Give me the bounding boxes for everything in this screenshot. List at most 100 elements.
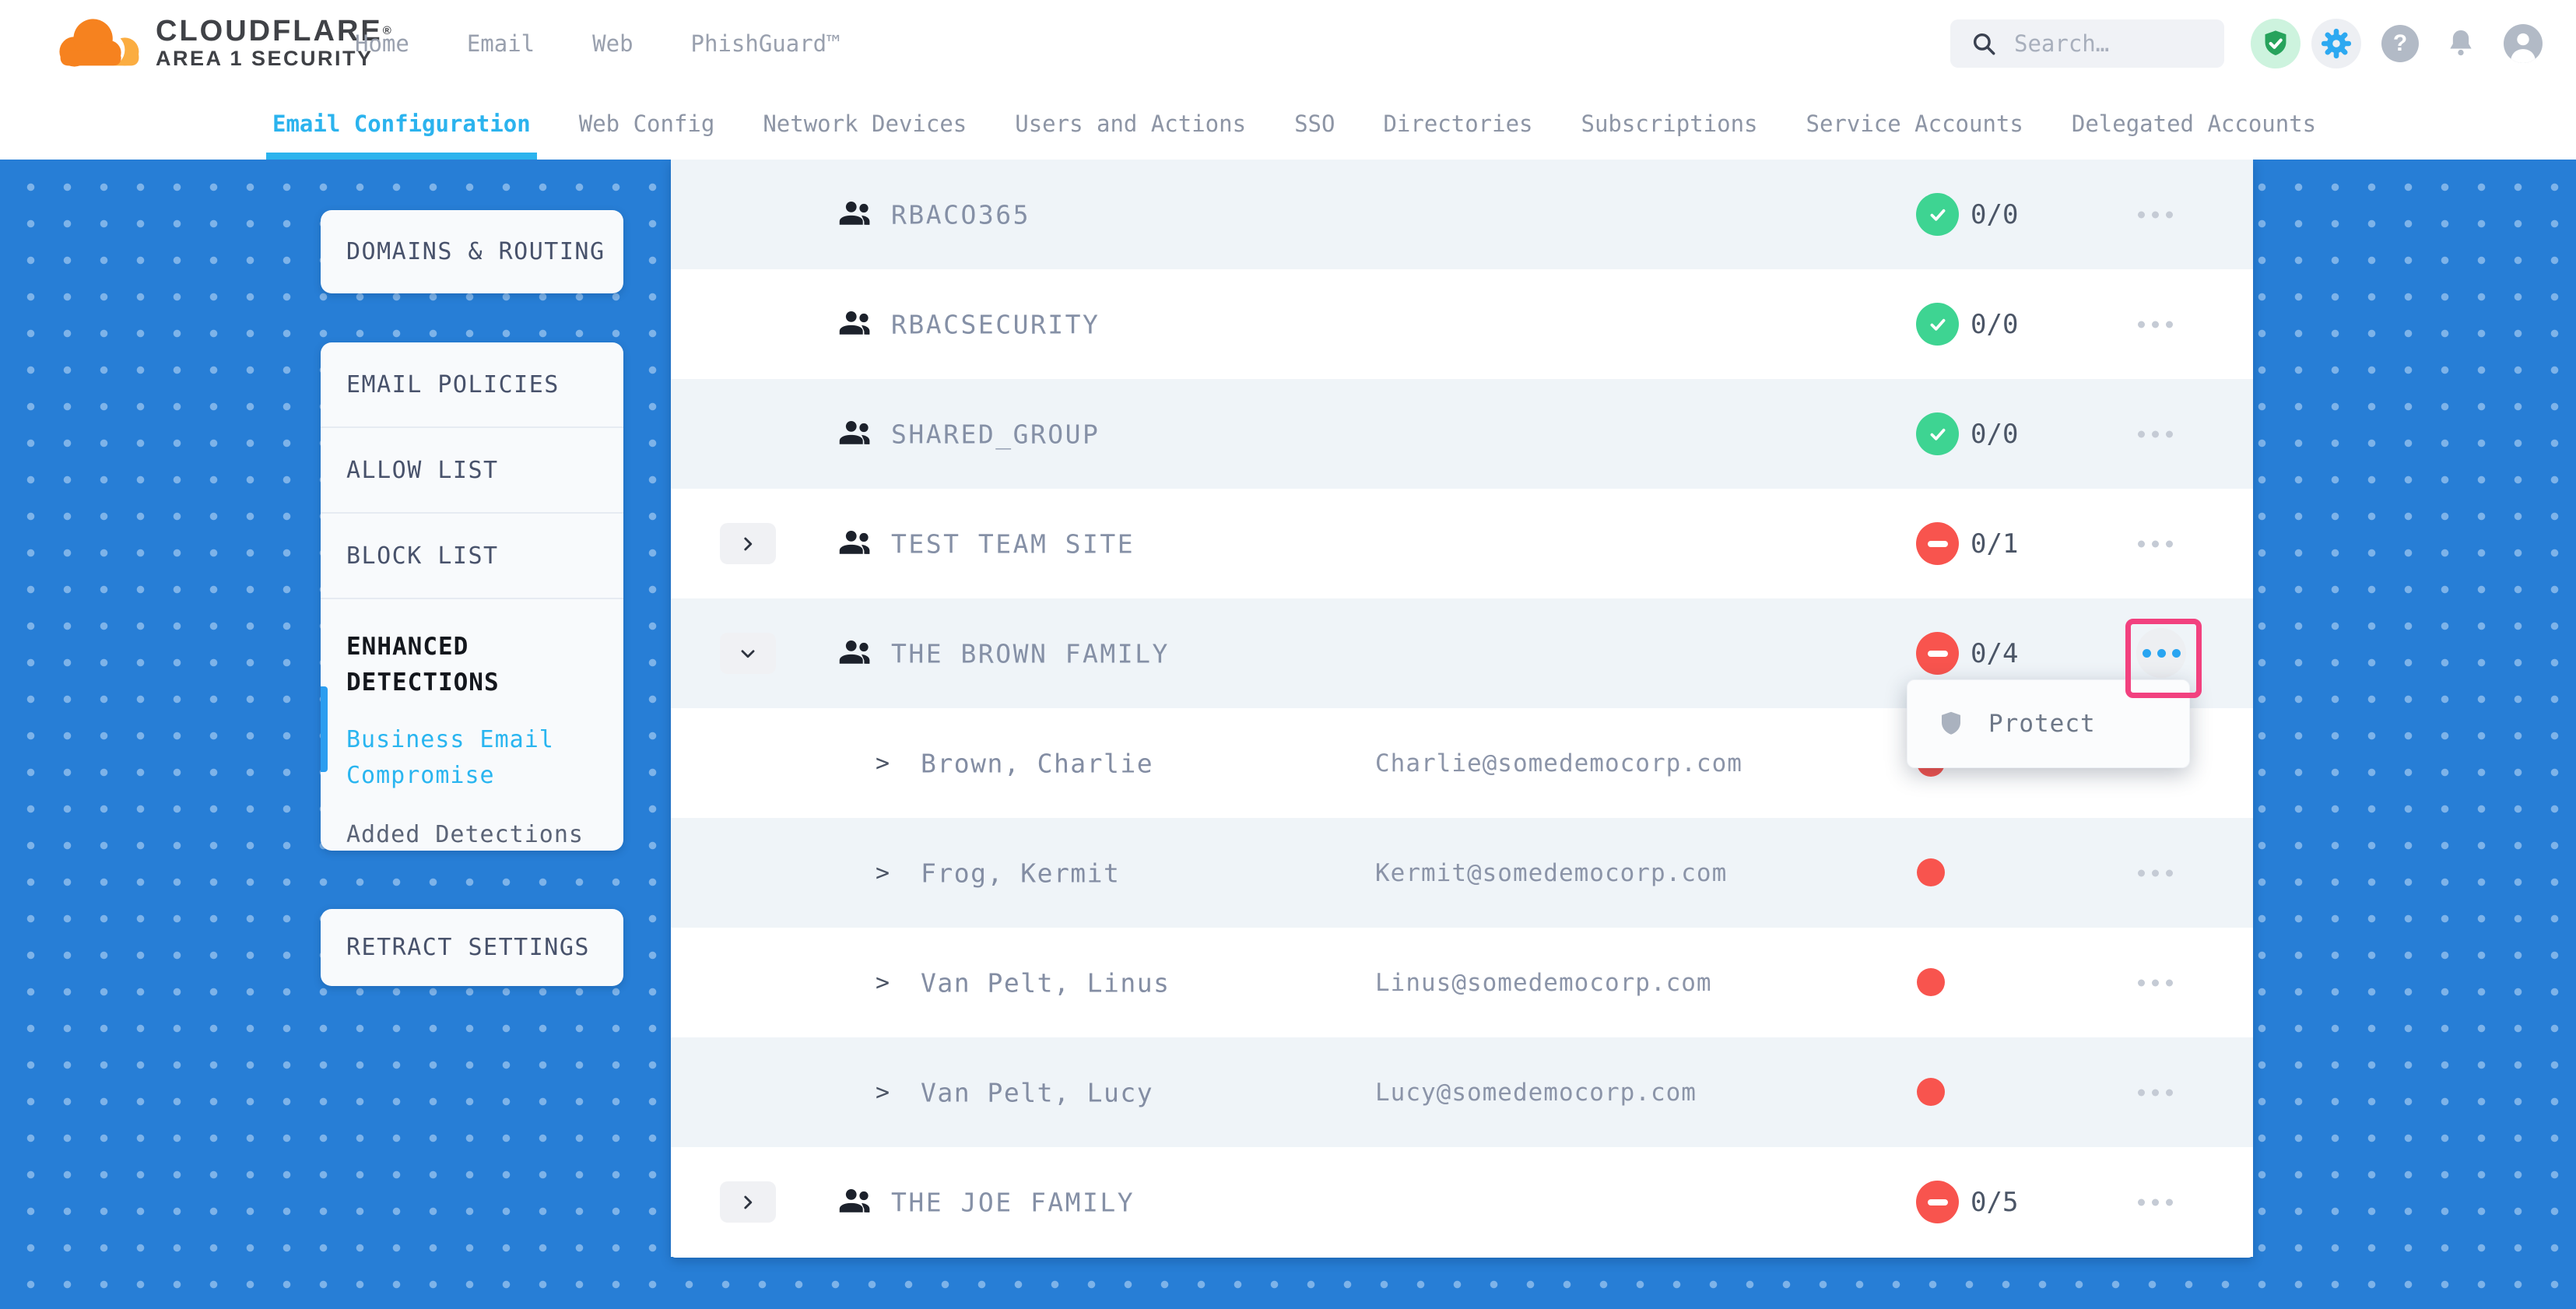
row-context-menu: Protect <box>1907 679 2190 768</box>
area1-security-app: CLOUDFLARE® AREA 1 SECURITY Home Email Web… <box>0 0 2576 1309</box>
member-name: Brown, Charlie <box>921 748 1153 778</box>
primary-nav: Home Email Web PhishGuard™ <box>355 0 841 87</box>
group-name: THE BROWN FAMILY <box>891 638 1170 669</box>
primary-nav-item[interactable]: Web <box>592 30 633 57</box>
protected-count: 0/0 <box>1971 199 2018 230</box>
table-row[interactable]: RBACO365 0/0 <box>671 160 2253 269</box>
sidebar-label: DOMAINS & ROUTING <box>346 238 605 265</box>
group-name: RBACSECURITY <box>891 309 1100 339</box>
table-row[interactable]: THE JOE FAMILY 0/5 <box>671 1147 2253 1257</box>
sidebar-item-domains-routing[interactable]: DOMAINS & ROUTING <box>321 210 623 293</box>
status-ok-badge <box>1916 193 1959 236</box>
search-input[interactable] <box>2013 30 2210 58</box>
status-dot <box>1917 1078 1945 1106</box>
expand-chevron-right-icon[interactable] <box>720 1181 776 1223</box>
settings-tab[interactable]: Directories <box>1383 87 1532 160</box>
row-kebab-menu-icon[interactable] <box>2135 1081 2176 1104</box>
settings-tab[interactable]: Web Config <box>579 87 715 160</box>
cloudflare-cloud-icon <box>48 9 146 72</box>
settings-tab[interactable]: Users and Actions <box>1015 87 1246 160</box>
row-kebab-menu-icon[interactable] <box>2135 423 2176 445</box>
group-name: THE JOE FAMILY <box>891 1187 1135 1217</box>
status-blocked-badge <box>1916 632 1959 675</box>
table-row[interactable]: > Van Pelt, Linus Linus@somedemocorp.com <box>671 928 2253 1037</box>
row-kebab-menu-icon[interactable] <box>2135 971 2176 994</box>
status-blocked-badge <box>1916 1181 1959 1223</box>
group-people-icon <box>837 524 876 566</box>
protected-count: 0/4 <box>1971 638 2018 669</box>
member-email: Kermit@somedemocorp.com <box>1375 859 1727 887</box>
group-name: TEST TEAM SITE <box>891 528 1135 559</box>
status-dot <box>1917 858 1945 886</box>
member-chevron-icon[interactable]: > <box>876 749 890 777</box>
sidebar-item-enhanced-detections[interactable]: ENHANCED DETECTIONS <box>346 629 549 700</box>
sidebar-policy-item[interactable]: EMAIL POLICIES <box>321 342 623 428</box>
status-blocked-badge <box>1916 522 1959 565</box>
table-row[interactable]: > Van Pelt, Lucy Lucy@somedemocorp.com <box>671 1037 2253 1147</box>
table-row[interactable]: SHARED_GROUP 0/0 <box>671 379 2253 489</box>
settings-tab[interactable]: Network Devices <box>763 87 967 160</box>
member-chevron-icon[interactable]: > <box>876 969 890 996</box>
member-name: Van Pelt, Linus <box>921 967 1170 998</box>
secondary-tabbar: Email Configuration Web Config Network Dev… <box>0 87 2576 160</box>
help-icon[interactable]: ? <box>2375 19 2425 68</box>
sidebar-policy-item[interactable]: BLOCK LIST <box>321 514 623 599</box>
group-name: SHARED_GROUP <box>891 419 1100 449</box>
protected-count: 0/0 <box>1971 309 2018 340</box>
settings-tab[interactable]: SSO <box>1294 87 1335 160</box>
row-kebab-menu-icon[interactable] <box>2135 1191 2176 1213</box>
row-kebab-menu-icon[interactable] <box>2135 203 2176 226</box>
member-name: Van Pelt, Lucy <box>921 1077 1153 1107</box>
settings-tabs: Email Configuration Web Config Network Dev… <box>272 87 2316 160</box>
row-kebab-menu-icon[interactable] <box>2135 532 2176 555</box>
primary-nav-item[interactable]: Email <box>467 30 535 57</box>
primary-nav-item[interactable]: Home <box>355 30 409 57</box>
member-name: Frog, Kermit <box>921 858 1120 888</box>
shield-icon <box>1937 710 1965 738</box>
settings-tab[interactable]: Subscriptions <box>1581 87 1758 160</box>
security-shield-check-icon[interactable] <box>2251 19 2301 68</box>
group-people-icon <box>837 633 876 676</box>
member-chevron-icon[interactable]: > <box>876 859 890 886</box>
settings-gear-icon[interactable] <box>2311 19 2361 68</box>
sidebar-enhanced-detections-section: ENHANCED DETECTIONS Business Email Compr… <box>321 599 623 851</box>
search-icon <box>1971 30 1997 57</box>
sidebar-item-retract-settings[interactable]: RETRACT SETTINGS <box>321 909 623 986</box>
protected-count: 0/1 <box>1971 528 2018 560</box>
member-email: Charlie@somedemocorp.com <box>1375 749 1742 777</box>
row-kebab-menu-icon-active[interactable] <box>2136 628 2186 678</box>
primary-nav-item[interactable]: PhishGuard™ <box>691 30 841 57</box>
member-email: Linus@somedemocorp.com <box>1375 969 1712 997</box>
active-item-indicator-bar <box>321 686 328 772</box>
account-avatar-icon[interactable] <box>2498 19 2548 68</box>
group-people-icon <box>837 1182 876 1224</box>
row-kebab-menu-icon[interactable] <box>2135 862 2176 884</box>
search-bar[interactable] <box>1950 19 2224 68</box>
protect-menu-item[interactable]: Protect <box>1988 710 2096 738</box>
sidebar-label: RETRACT SETTINGS <box>346 934 590 961</box>
cloudflare-logo[interactable]: CLOUDFLARE® AREA 1 SECURITY <box>48 9 394 72</box>
settings-tab[interactable]: Delegated Accounts <box>2072 87 2316 160</box>
notifications-bell-icon[interactable] <box>2436 19 2486 68</box>
sidebar-enhanced-sub-item[interactable]: Added Detections <box>346 817 598 851</box>
settings-tab[interactable]: Email Configuration <box>272 87 531 160</box>
groups-table-panel: RBACO365 0/0 <box>671 160 2253 1258</box>
member-email: Lucy@somedemocorp.com <box>1375 1079 1697 1107</box>
status-ok-badge <box>1916 412 1959 455</box>
member-chevron-icon[interactable]: > <box>876 1079 890 1106</box>
table-row[interactable]: > Frog, Kermit Kermit@somedemocorp.com <box>671 818 2253 928</box>
group-people-icon <box>837 304 876 346</box>
settings-tab[interactable]: Service Accounts <box>1806 87 2023 160</box>
expand-chevron-right-icon[interactable] <box>720 523 776 564</box>
row-kebab-menu-icon[interactable] <box>2135 313 2176 335</box>
sidebar-policy-item[interactable]: ALLOW LIST <box>321 428 623 514</box>
sidebar-enhanced-sub-item[interactable]: Business Email Compromise <box>346 722 556 794</box>
page-background: DOMAINS & ROUTING EMAIL POLICIESALLOW LI… <box>0 160 2576 1309</box>
table-row[interactable]: RBACSECURITY 0/0 <box>671 269 2253 379</box>
collapse-chevron-down-icon[interactable] <box>720 633 776 674</box>
sidebar-policies-card: EMAIL POLICIESALLOW LISTBLOCK LIST ENHAN… <box>321 342 623 851</box>
table-row[interactable]: TEST TEAM SITE 0/1 <box>671 489 2253 598</box>
status-dot <box>1917 968 1945 996</box>
status-ok-badge <box>1916 303 1959 346</box>
group-people-icon <box>837 195 876 237</box>
